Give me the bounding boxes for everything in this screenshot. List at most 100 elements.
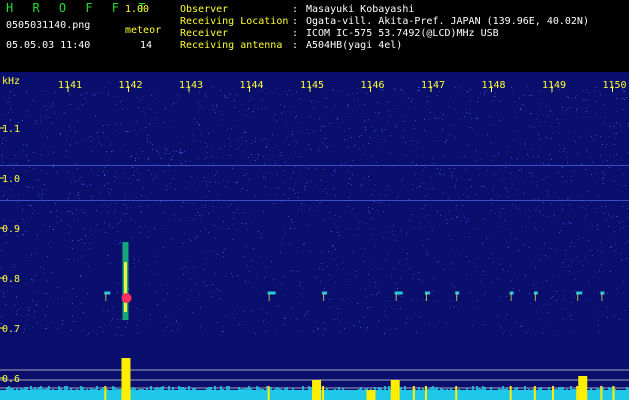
noise-pixel [347,104,348,105]
noise-pixel [97,132,98,133]
noise-pixel [413,228,414,229]
noise-pixel [482,243,483,244]
noise-pixel [453,125,454,126]
noise-pixel [81,209,82,210]
noise-pixel [490,91,491,92]
noise-pixel [215,175,216,176]
noise-pixel [492,100,493,101]
noise-pixel [249,179,250,180]
noise-pixel [56,172,57,173]
floor-jitter [306,391,308,394]
noise-pixel [427,194,428,195]
noise-pixel [593,310,594,311]
noise-pixel [562,107,563,108]
noise-pixel [87,293,88,294]
noise-pixel [156,150,157,151]
noise-pixel [107,183,108,184]
noise-pixel [363,178,364,179]
floor-jitter [608,387,610,394]
noise-pixel [271,261,272,262]
noise-pixel [10,220,11,221]
noise-pixel [247,190,248,191]
noise-pixel [75,131,76,132]
noise-pixel [616,98,617,99]
noise-pixel [136,97,137,98]
noise-pixel [545,255,546,256]
noise-pixel [348,281,349,282]
floor-jitter [488,390,490,394]
noise-pixel [121,335,122,336]
noise-pixel [401,296,402,297]
noise-pixel [498,153,499,154]
floor-jitter [82,387,84,394]
floor-jitter [568,391,570,394]
noise-pixel [258,169,259,170]
noise-pixel [247,265,248,266]
noise-pixel [424,205,425,206]
floor-jitter [538,388,540,394]
noise-pixel [596,208,597,209]
noise-pixel [585,300,586,301]
noise-pixel [532,176,533,177]
noise-pixel [42,189,43,190]
noise-pixel [568,213,569,214]
noise-pixel [216,171,217,172]
noise-pixel [295,117,296,118]
floor-jitter [406,392,408,394]
noise-pixel [78,192,79,193]
noise-pixel [251,154,252,155]
noise-pixel [106,151,107,152]
noise-pixel [596,87,597,88]
noise-pixel [550,111,551,112]
noise-pixel [364,154,365,155]
noise-pixel [588,191,589,192]
noise-pixel [454,168,455,169]
noise-pixel [392,231,393,232]
noise-pixel [114,97,115,98]
echo-blip [509,291,514,295]
noise-pixel [623,98,624,99]
noise-pixel [108,188,109,189]
noise-pixel [29,205,30,206]
noise-pixel [553,133,554,134]
noise-pixel [220,90,221,91]
noise-pixel [531,95,532,96]
floor-jitter [444,391,446,394]
noise-pixel [350,212,351,213]
noise-pixel [464,116,465,117]
floor-jitter [184,388,186,394]
floor-jitter [20,388,22,394]
noise-pixel [409,268,410,269]
info-value-antenna: A504HB(yagi 4el) [306,40,403,51]
noise-pixel [442,193,443,194]
floor-jitter [156,387,158,394]
floor-jitter [522,390,524,394]
noise-pixel [538,156,539,157]
noise-pixel [447,223,448,224]
noise-pixel [55,203,56,204]
noise-pixel [103,331,104,332]
noise-pixel [46,173,47,174]
noise-pixel [255,333,256,334]
noise-pixel [623,281,624,282]
noise-pixel [538,134,539,135]
noise-pixel [199,92,200,93]
noise-pixel [251,260,252,261]
noise-pixel [245,281,246,282]
noise-pixel [492,236,493,237]
noise-pixel [295,182,296,183]
noise-pixel [526,332,527,333]
noise-pixel [178,295,179,296]
noise-pixel [174,151,175,152]
noise-pixel [66,156,67,157]
info-label-receiver: Receiver [180,28,229,39]
noise-pixel [199,215,200,216]
noise-pixel [298,330,299,331]
noise-pixel [120,319,121,320]
noise-pixel [212,251,213,252]
noise-pixel [306,167,307,168]
noise-pixel [180,153,181,154]
noise-pixel [166,185,167,186]
noise-pixel [348,105,349,106]
noise-pixel [294,147,295,148]
